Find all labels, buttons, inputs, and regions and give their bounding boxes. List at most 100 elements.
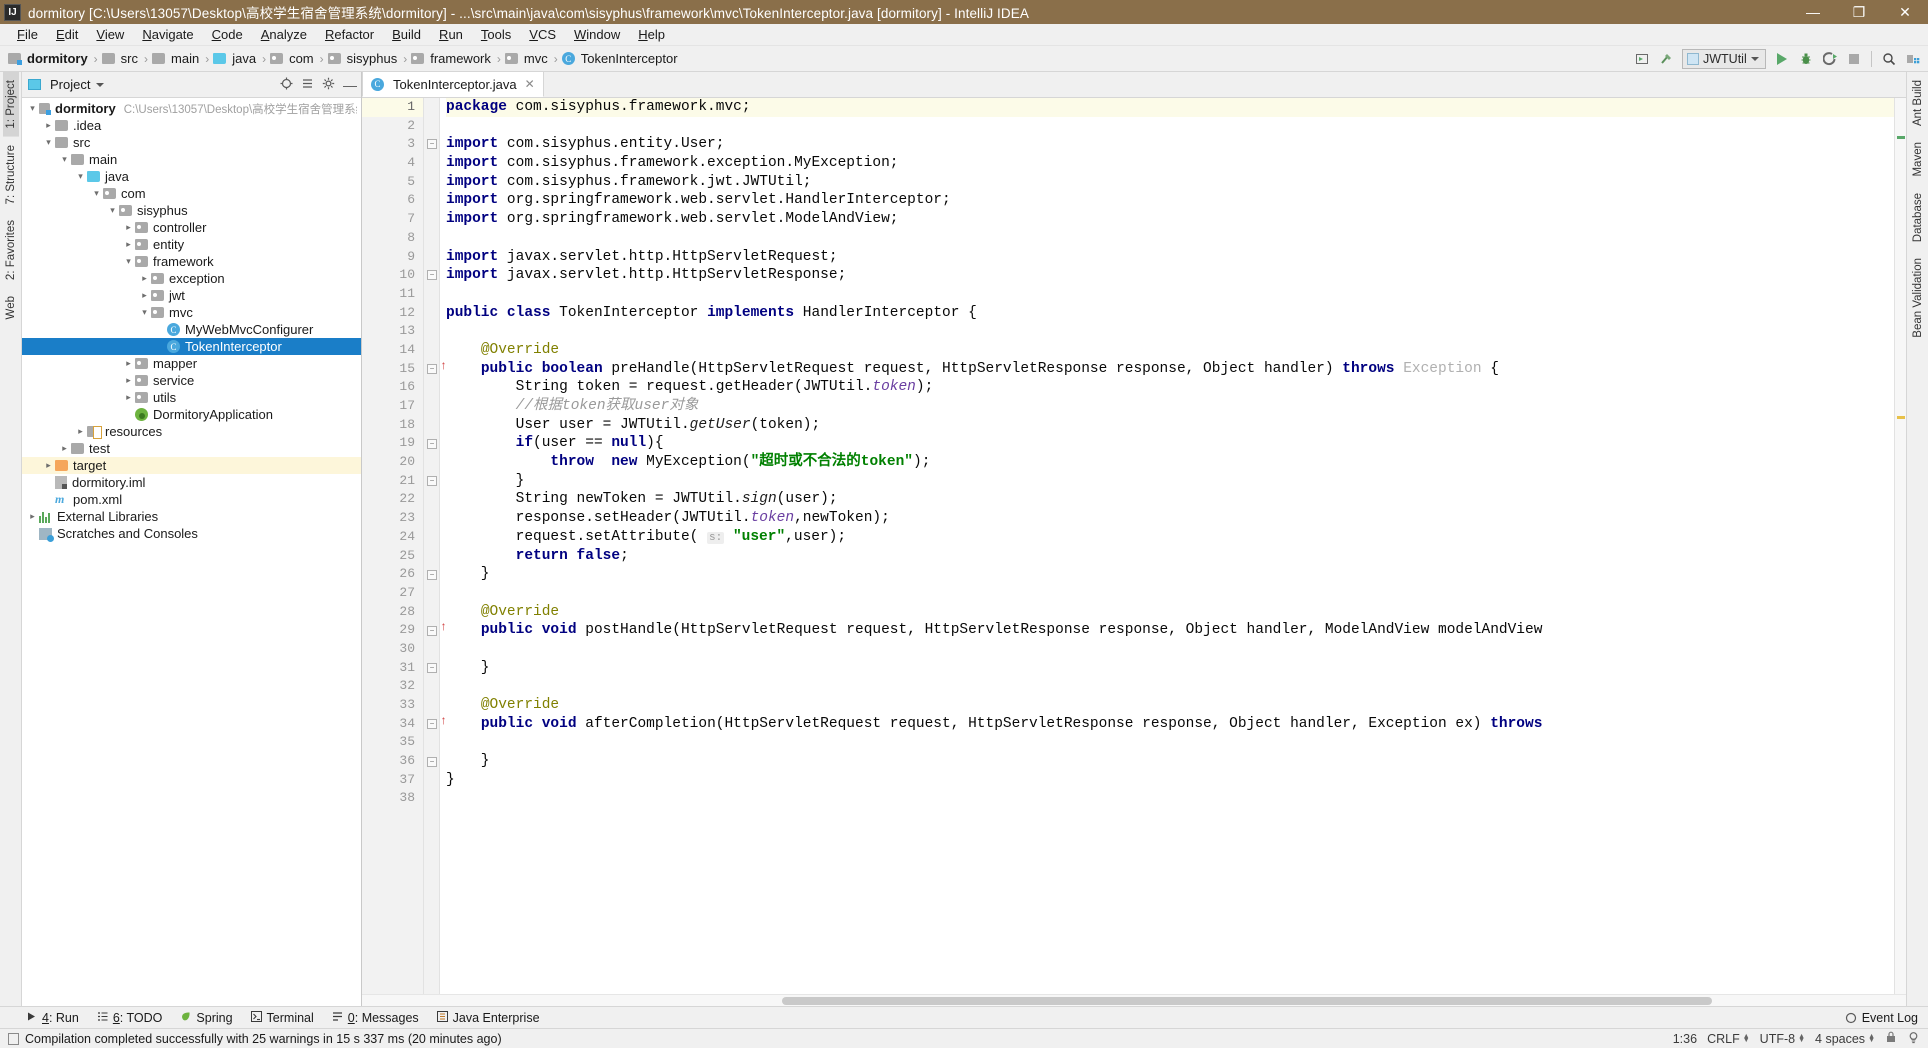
line-number-37[interactable]: 37 bbox=[362, 771, 423, 790]
code-line-17[interactable]: //根据token获取user对象 bbox=[446, 397, 1894, 416]
menu-tools[interactable]: Tools bbox=[472, 25, 520, 44]
code-line-5[interactable]: import com.sisyphus.framework.jwt.JWTUti… bbox=[446, 173, 1894, 192]
line-number-15[interactable]: 15 ↑ bbox=[362, 359, 447, 379]
line-number-13[interactable]: 13 bbox=[362, 322, 423, 341]
code-line-12[interactable]: public class TokenInterceptor implements… bbox=[446, 304, 1894, 323]
line-number-4[interactable]: 4 bbox=[362, 154, 423, 173]
code-line-34[interactable]: public void afterCompletion(HttpServletR… bbox=[446, 715, 1894, 734]
line-number-17[interactable]: 17 bbox=[362, 397, 423, 416]
code-line-37[interactable]: } bbox=[446, 771, 1894, 790]
tool-window-button-web[interactable]: Web bbox=[3, 288, 19, 327]
code-line-8[interactable] bbox=[446, 229, 1894, 248]
horizontal-scrollbar-track[interactable] bbox=[362, 994, 1906, 1006]
chevron-down-icon[interactable]: ▾ bbox=[138, 307, 151, 318]
project-structure-icon[interactable] bbox=[1902, 48, 1924, 70]
chevron-right-icon[interactable]: ▸ bbox=[58, 443, 71, 454]
code-line-25[interactable]: return false; bbox=[446, 547, 1894, 566]
menu-run[interactable]: Run bbox=[430, 25, 472, 44]
tree-node-test[interactable]: ▸ test bbox=[22, 440, 361, 457]
tool-window-button-4-run[interactable]: 4: Run bbox=[26, 1011, 79, 1025]
line-number-33[interactable]: 33 bbox=[362, 696, 423, 715]
line-number-gutter[interactable]: 1 2 3 4 5 6 7 8 9 10 11 12 13 14 15 ↑ 16 17 18 19 20 21 22 23 24… bbox=[362, 98, 447, 994]
breadcrumb-item-tokeninterceptor[interactable]: C TokenInterceptor bbox=[561, 51, 680, 66]
code-line-9[interactable]: import javax.servlet.http.HttpServletReq… bbox=[446, 248, 1894, 267]
debug-button[interactable] bbox=[1795, 48, 1817, 70]
chevron-down-icon[interactable]: ▾ bbox=[90, 188, 103, 199]
breadcrumb-item-com[interactable]: com bbox=[270, 51, 316, 66]
chevron-right-icon[interactable]: ▸ bbox=[42, 120, 55, 131]
tree-node-mapper[interactable]: ▸ mapper bbox=[22, 355, 361, 372]
code-line-30[interactable] bbox=[446, 640, 1894, 659]
line-number-25[interactable]: 25 bbox=[362, 547, 423, 566]
line-number-2[interactable]: 2 bbox=[362, 117, 423, 136]
chevron-down-icon[interactable]: ▾ bbox=[42, 137, 55, 148]
chevron-right-icon[interactable]: ▸ bbox=[42, 460, 55, 471]
run-configuration-selector[interactable]: JWTUtil bbox=[1682, 49, 1766, 69]
code-line-31[interactable]: } bbox=[446, 659, 1894, 678]
stop-button[interactable] bbox=[1843, 48, 1865, 70]
indent-control[interactable]: 4 spaces ▲ ▼ bbox=[1815, 1032, 1875, 1046]
line-number-32[interactable]: 32 bbox=[362, 677, 423, 696]
tree-node-dormitoryapplication[interactable]: DormitoryApplication bbox=[22, 406, 361, 423]
line-number-29[interactable]: 29 ↑ bbox=[362, 621, 447, 640]
code-line-13[interactable] bbox=[446, 322, 1894, 341]
tool-window-button-7-structure[interactable]: 7: Structure bbox=[3, 137, 19, 212]
gear-icon[interactable] bbox=[322, 77, 335, 93]
run-with-coverage-button[interactable] bbox=[1819, 48, 1841, 70]
code-folding-column[interactable]: − − − − − − − − − − bbox=[424, 98, 440, 994]
code-line-36[interactable]: } bbox=[446, 752, 1894, 771]
code-line-7[interactable]: import org.springframework.web.servlet.M… bbox=[446, 210, 1894, 229]
breadcrumb-item-framework[interactable]: framework bbox=[411, 51, 493, 66]
chevron-down-icon[interactable]: ▾ bbox=[122, 256, 135, 267]
tree-node-external-libraries[interactable]: ▸ External Libraries bbox=[22, 508, 361, 525]
caret-position[interactable]: 1:36 bbox=[1673, 1032, 1697, 1046]
fold-toggle-21[interactable]: − bbox=[427, 476, 437, 486]
fold-toggle-10[interactable]: − bbox=[427, 270, 437, 281]
code-line-14[interactable]: @Override bbox=[446, 341, 1894, 360]
line-number-38[interactable]: 38 bbox=[362, 789, 423, 808]
menu-analyze[interactable]: Analyze bbox=[252, 25, 316, 44]
tree-node-sisyphus[interactable]: ▾ sisyphus bbox=[22, 202, 361, 219]
line-number-36[interactable]: 36 bbox=[362, 752, 423, 771]
code-line-11[interactable] bbox=[446, 285, 1894, 304]
code-line-10[interactable]: import javax.servlet.http.HttpServletRes… bbox=[446, 266, 1894, 285]
close-icon[interactable]: ✕ bbox=[525, 77, 535, 91]
tree-node-mvc[interactable]: ▾ mvc bbox=[22, 304, 361, 321]
code-line-38[interactable] bbox=[446, 789, 1894, 808]
breadcrumb-item-src[interactable]: src bbox=[101, 51, 140, 66]
chevron-down-icon[interactable]: ▾ bbox=[74, 171, 87, 182]
fold-toggle-31[interactable]: − bbox=[427, 663, 437, 673]
make-project-icon[interactable] bbox=[1631, 48, 1653, 70]
tree-node-dormitory[interactable]: ▾ dormitory C:\Users\13057\Desktop\高校学生宿舍管… bbox=[22, 100, 361, 117]
code-editor[interactable]: 1 2 3 4 5 6 7 8 9 10 11 12 13 14 15 ↑ 16 17 18 19 20 21 22 23 24… bbox=[362, 98, 1906, 994]
inspections-icon[interactable] bbox=[1907, 1031, 1920, 1047]
read-write-lock-icon[interactable] bbox=[1885, 1031, 1897, 1046]
search-icon[interactable] bbox=[1878, 48, 1900, 70]
chevron-down-icon[interactable]: ▾ bbox=[106, 205, 119, 216]
fold-toggle-36[interactable]: − bbox=[427, 756, 437, 767]
chevron-right-icon[interactable]: ▸ bbox=[122, 358, 135, 369]
tree-node-src[interactable]: ▾ src bbox=[22, 134, 361, 151]
line-number-3[interactable]: 3 bbox=[362, 135, 423, 154]
line-number-35[interactable]: 35 bbox=[362, 733, 423, 752]
line-number-10[interactable]: 10 bbox=[362, 266, 423, 285]
line-number-24[interactable]: 24 bbox=[362, 528, 423, 547]
code-line-22[interactable]: String newToken = JWTUtil.sign(user); bbox=[446, 490, 1894, 509]
line-number-23[interactable]: 23 bbox=[362, 509, 423, 528]
line-number-21[interactable]: 21 bbox=[362, 472, 423, 491]
line-number-11[interactable]: 11 bbox=[362, 285, 423, 304]
editor-tab-tokeninterceptor[interactable]: C TokenInterceptor.java ✕ bbox=[362, 71, 544, 97]
menu-file[interactable]: File bbox=[8, 25, 47, 44]
code-line-20[interactable]: throw new MyException("超时或不合法的token"); bbox=[446, 453, 1894, 472]
chevron-down-icon[interactable]: ▾ bbox=[58, 154, 71, 165]
chevron-right-icon[interactable]: ▸ bbox=[122, 222, 135, 233]
line-number-31[interactable]: 31 bbox=[362, 659, 423, 678]
chevron-right-icon[interactable]: ▸ bbox=[74, 426, 87, 437]
build-hammer-icon[interactable] bbox=[1655, 48, 1677, 70]
encoding-control[interactable]: UTF-8 ▲ ▼ bbox=[1760, 1032, 1805, 1046]
tree-node-target[interactable]: ▸ target bbox=[22, 457, 361, 474]
line-number-22[interactable]: 22 bbox=[362, 490, 423, 509]
line-number-16[interactable]: 16 bbox=[362, 378, 423, 397]
line-number-18[interactable]: 18 bbox=[362, 416, 423, 435]
event-log-button[interactable]: Event Log bbox=[1845, 1011, 1918, 1025]
